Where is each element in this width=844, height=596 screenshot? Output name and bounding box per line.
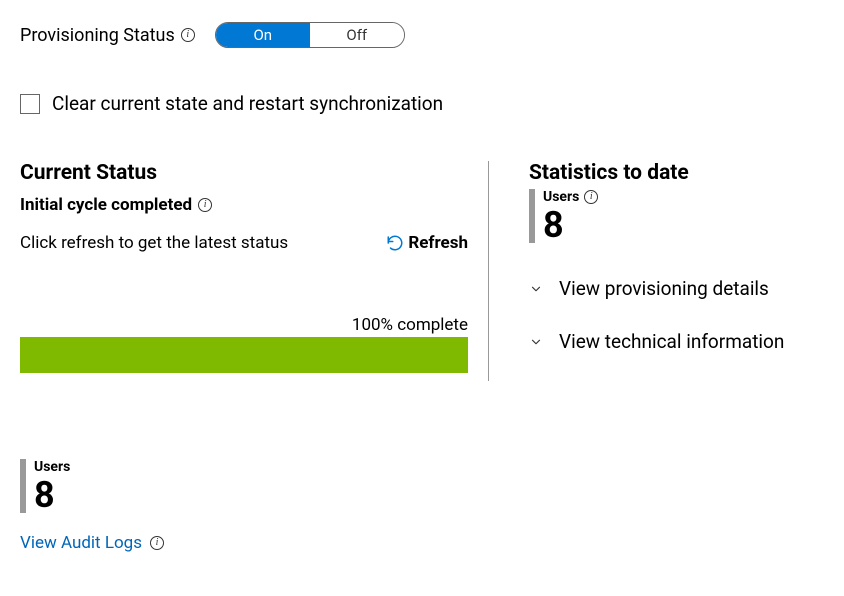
current-status-heading: Current Status bbox=[20, 161, 468, 185]
clear-state-label: Clear current state and restart synchron… bbox=[52, 92, 443, 115]
chevron-down-icon bbox=[529, 335, 543, 349]
refresh-icon bbox=[386, 234, 404, 252]
refresh-helper-text: Click refresh to get the latest status bbox=[20, 233, 288, 253]
toggle-option-on[interactable]: On bbox=[216, 23, 310, 47]
provisioning-toggle[interactable]: On Off bbox=[215, 22, 405, 48]
info-icon[interactable]: i bbox=[181, 28, 195, 42]
info-icon[interactable]: i bbox=[198, 198, 212, 212]
toggle-option-off[interactable]: Off bbox=[310, 23, 404, 47]
expand-label: View provisioning details bbox=[559, 277, 769, 300]
chevron-down-icon bbox=[529, 282, 543, 296]
users-stat-label-bottom: Users bbox=[34, 459, 70, 475]
users-stat-value-bottom: 8 bbox=[34, 477, 70, 513]
refresh-label: Refresh bbox=[408, 233, 468, 253]
view-technical-information[interactable]: View technical information bbox=[529, 330, 824, 353]
info-icon[interactable]: i bbox=[150, 536, 164, 550]
expand-label: View technical information bbox=[559, 330, 784, 353]
stat-marker bbox=[529, 189, 535, 243]
view-provisioning-details[interactable]: View provisioning details bbox=[529, 277, 824, 300]
users-stat-label: Users bbox=[543, 189, 579, 205]
stat-marker bbox=[20, 459, 26, 513]
provisioning-status-label: Provisioning Status bbox=[20, 25, 175, 46]
info-icon[interactable]: i bbox=[584, 190, 598, 204]
progress-text: 100% complete bbox=[20, 315, 468, 335]
cycle-completed-label: Initial cycle completed bbox=[20, 195, 192, 215]
progress-bar bbox=[20, 337, 468, 373]
view-audit-logs-link[interactable]: View Audit Logs bbox=[20, 533, 142, 553]
statistics-heading: Statistics to date bbox=[529, 161, 824, 185]
refresh-button[interactable]: Refresh bbox=[386, 233, 468, 253]
clear-state-checkbox[interactable] bbox=[20, 94, 40, 114]
users-stat-value: 8 bbox=[543, 207, 598, 243]
